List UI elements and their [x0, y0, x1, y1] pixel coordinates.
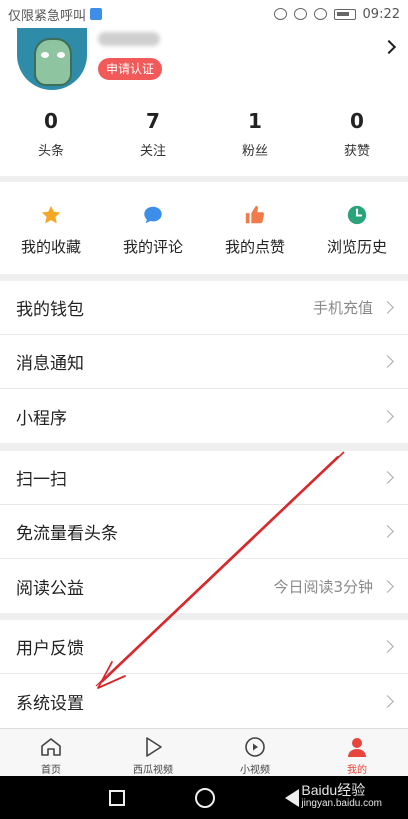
- stat-following[interactable]: 7 关注: [102, 108, 204, 159]
- quick-favorites[interactable]: 我的收藏: [0, 182, 102, 274]
- shield-icon: [90, 8, 103, 20]
- stat-value: 7: [146, 109, 160, 133]
- home-button-icon[interactable]: [195, 787, 215, 808]
- stat-label: 获赞: [343, 144, 370, 159]
- menu-label: 阅读公益: [16, 578, 84, 599]
- watermark: Baidu经验 jingyan.baidu.com: [301, 780, 382, 809]
- battery-icon: [333, 8, 356, 20]
- small-video-icon: [245, 737, 265, 757]
- chevron-right-icon: [381, 694, 394, 708]
- menu-group-wallet: 我的钱包 手机充值 消息通知 小程序: [0, 281, 408, 443]
- stat-label: 粉丝: [241, 144, 268, 159]
- menu-label: 扫一扫: [16, 470, 67, 490]
- menu-item-reading-charity[interactable]: 阅读公益 今日阅读3分钟: [0, 559, 408, 613]
- status-left: 仅限紧急呼叫: [8, 5, 103, 24]
- menu-label: 我的钱包: [16, 300, 84, 320]
- quick-actions: 我的收藏 我的评论 我的点赞 浏览历史: [0, 182, 408, 274]
- chevron-right-icon: [381, 525, 394, 538]
- menu-item-mini-programs[interactable]: 小程序: [0, 389, 408, 443]
- chevron-right-icon: [381, 409, 394, 423]
- comment-icon: [142, 204, 164, 226]
- quick-label: 我的评论: [122, 238, 183, 256]
- menu-item-free-data[interactable]: 免流量看头条: [0, 505, 408, 559]
- stats-row: 0 头条 7 关注 1 粉丝 0 获赞: [0, 108, 408, 159]
- tab-label: 我的: [347, 765, 367, 776]
- bottom-tab-bar: 首页 西瓜视频 小视频 我的: [0, 728, 408, 776]
- tab-xigua-video[interactable]: 西瓜视频: [102, 729, 204, 776]
- eye-icon: [293, 8, 307, 20]
- tab-small-video[interactable]: 小视频: [204, 729, 306, 776]
- stat-followers[interactable]: 1 粉丝: [204, 108, 306, 159]
- menu-item-scan[interactable]: 扫一扫: [0, 451, 408, 505]
- person-icon: [348, 738, 366, 757]
- menu-hint: 手机充值: [312, 299, 373, 317]
- menu-group-tools: 扫一扫 免流量看头条 阅读公益 今日阅读3分钟: [0, 451, 408, 613]
- alarm-icon: [273, 8, 287, 20]
- stat-value: 0: [44, 109, 58, 133]
- avatar-eye-left: [41, 52, 49, 58]
- menu-hint: 今日阅读3分钟: [273, 577, 373, 596]
- status-right: 09:22: [273, 6, 400, 22]
- stat-value: 1: [248, 109, 262, 133]
- menu-item-system-settings[interactable]: 系统设置: [0, 674, 408, 728]
- stat-value: 0: [350, 109, 364, 133]
- stat-label: 关注: [139, 144, 166, 159]
- chevron-right-icon: [381, 579, 394, 593]
- tab-label: 小视频: [240, 765, 270, 776]
- chevron-right-icon: [381, 471, 394, 484]
- quick-likes[interactable]: 我的点赞: [204, 182, 306, 274]
- stat-articles[interactable]: 0 头条: [0, 108, 102, 159]
- menu-label: 系统设置: [16, 693, 84, 714]
- profile-header[interactable]: 申请认证 0 头条 7 关注 1 粉丝 0 获赞: [0, 28, 408, 176]
- clock-time: 09:22: [362, 6, 400, 22]
- quick-label: 浏览历史: [326, 238, 387, 256]
- tab-label: 西瓜视频: [133, 765, 173, 776]
- recents-icon[interactable]: [109, 789, 125, 806]
- tab-label: 首页: [41, 765, 61, 776]
- chevron-right-icon: [381, 301, 394, 314]
- history-icon: [346, 204, 368, 226]
- menu-group-settings: 用户反馈 系统设置: [0, 620, 408, 728]
- wifi-icon: [313, 8, 327, 20]
- menu-item-notifications[interactable]: 消息通知: [0, 335, 408, 389]
- username-blurred: [98, 32, 160, 46]
- back-icon[interactable]: [285, 788, 299, 807]
- watermark-brand: Baidu经验: [301, 782, 366, 798]
- stat-label: 头条: [37, 144, 64, 159]
- watermark-url: jingyan.baidu.com: [301, 798, 382, 809]
- chevron-right-icon: [381, 355, 394, 368]
- carrier-text: 仅限紧急呼叫: [8, 8, 87, 24]
- menu-label: 用户反馈: [16, 639, 84, 659]
- menu-label: 免流量看头条: [16, 524, 118, 544]
- quick-comments[interactable]: 我的评论: [102, 182, 204, 274]
- star-icon: [40, 204, 62, 226]
- avatar[interactable]: [17, 28, 87, 90]
- chevron-right-icon[interactable]: [381, 39, 397, 55]
- menu-item-feedback[interactable]: 用户反馈: [0, 620, 408, 674]
- home-icon: [41, 738, 61, 756]
- like-icon: [244, 204, 266, 226]
- tab-mine[interactable]: 我的: [306, 729, 408, 776]
- chevron-right-icon: [381, 640, 394, 653]
- menu-label: 小程序: [16, 408, 67, 429]
- stat-likes[interactable]: 0 获赞: [306, 108, 408, 159]
- quick-label: 我的点赞: [224, 238, 285, 256]
- tab-home[interactable]: 首页: [0, 729, 102, 776]
- cert-button[interactable]: 申请认证: [98, 58, 163, 80]
- menu-item-wallet[interactable]: 我的钱包 手机充值: [0, 281, 408, 335]
- avatar-face: [34, 38, 72, 86]
- avatar-eye-right: [57, 52, 65, 58]
- menu-label: 消息通知: [16, 354, 84, 374]
- quick-history[interactable]: 浏览历史: [306, 182, 408, 274]
- play-icon: [146, 737, 162, 757]
- quick-label: 我的收藏: [20, 238, 81, 256]
- status-bar: 仅限紧急呼叫 09:22: [0, 0, 408, 28]
